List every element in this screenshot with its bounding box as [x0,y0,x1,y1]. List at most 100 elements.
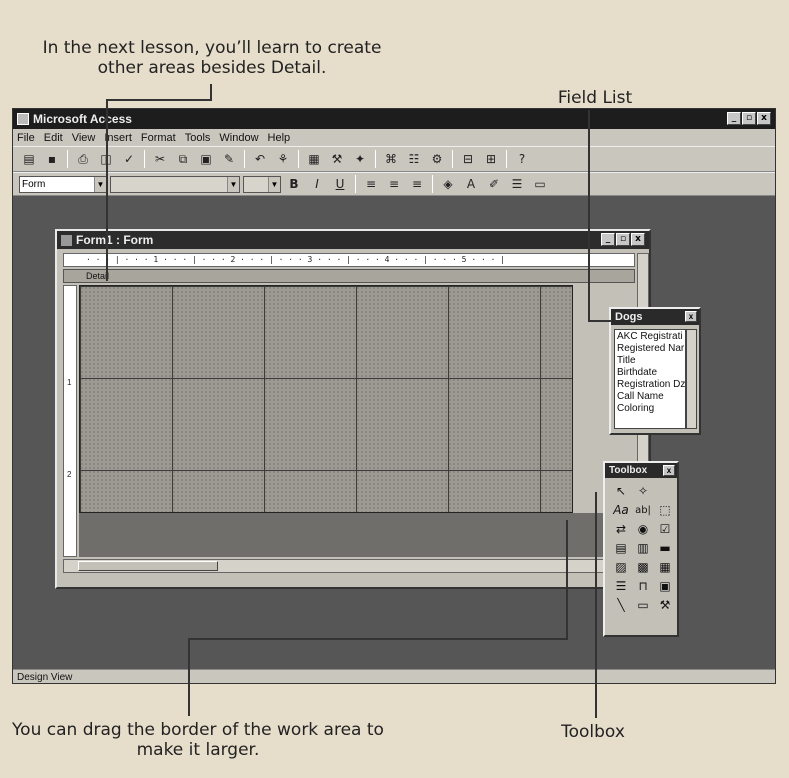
minimize-button[interactable]: _ [727,112,741,125]
bold-icon[interactable]: B [284,175,304,193]
autoformat-icon[interactable]: ✦ [350,150,370,168]
option-group-icon[interactable]: ⬚ [655,502,675,519]
menu-edit[interactable]: Edit [44,132,63,144]
format-painter-icon[interactable]: ✎ [219,150,239,168]
list-item[interactable]: AKC Registrati [617,331,683,343]
underline-icon[interactable]: U [330,175,350,193]
view-icon[interactable]: ▤ [19,150,39,168]
callout-drag-border: You can drag the border of the work area… [12,720,384,760]
combobox-icon[interactable]: ▤ [611,540,631,557]
close-button[interactable]: x [757,112,771,125]
line-icon[interactable]: ╲ [611,597,631,614]
leader-line-next-lesson [106,99,212,101]
textbox-tool-icon[interactable]: ab| [633,502,653,519]
copy-icon[interactable]: ⧉ [173,150,193,168]
tab-control-icon[interactable]: ⊓ [633,578,653,595]
font-combo[interactable]: ▼ [110,175,240,193]
list-item[interactable]: Coloring [617,403,683,415]
close-icon[interactable]: x [663,465,675,476]
vertical-ruler[interactable]: 1 2 [63,285,77,557]
option-button-icon[interactable]: ◉ [633,521,653,538]
font-color-icon[interactable]: A [461,175,481,193]
close-icon[interactable]: x [685,311,697,322]
bound-object-icon[interactable]: ▦ [655,559,675,576]
leader-line-drag-border [188,640,190,716]
field-list-titlebar[interactable]: Dogs x [611,309,699,325]
align-right-icon[interactable]: ≡ [407,175,427,193]
toolbox-icon[interactable]: ⚒ [327,150,347,168]
undo-icon[interactable]: ↶ [250,150,270,168]
toolbox-titlebar[interactable]: Toolbox x [605,463,677,478]
menu-view[interactable]: View [72,132,96,144]
horizontal-scrollbar[interactable] [63,559,635,573]
menu-window[interactable]: Window [219,132,258,144]
menu-insert[interactable]: Insert [104,132,132,144]
chevron-down-icon: ▼ [94,176,106,192]
detail-section-bar[interactable]: Detail [63,269,635,283]
align-center-icon[interactable]: ≡ [384,175,404,193]
detail-work-area[interactable] [79,285,573,513]
italic-icon[interactable]: I [307,175,327,193]
special-effect-icon[interactable]: ▭ [530,175,550,193]
menu-help[interactable]: Help [268,132,291,144]
wizard-icon[interactable]: ✧ [633,483,653,500]
spelling-icon[interactable]: ✓ [119,150,139,168]
list-item[interactable]: Registration Dz [617,379,685,391]
field-list-scrollbar[interactable] [686,329,697,429]
list-item[interactable]: Call Name [617,391,683,403]
cut-icon[interactable]: ✂ [150,150,170,168]
object-combo[interactable]: Form ▼ [19,175,107,193]
field-list-title: Dogs [615,311,643,323]
toolbar-separator [452,150,453,168]
subform-icon[interactable]: ▣ [655,578,675,595]
fill-color-icon[interactable]: ◈ [438,175,458,193]
access-app-icon [17,113,29,125]
page-break-icon[interactable]: ☰ [611,578,631,595]
line-width-icon[interactable]: ☰ [507,175,527,193]
form-maximize-button[interactable]: ▫ [616,233,630,246]
more-controls-icon[interactable]: ⚒ [655,597,675,614]
scroll-thumb[interactable] [78,561,218,571]
insert-hyperlink-icon[interactable]: ⚘ [273,150,293,168]
paste-icon[interactable]: ▣ [196,150,216,168]
list-item[interactable]: Registered Nar [617,343,684,355]
form-icon [61,234,72,246]
font-size-combo[interactable]: ▼ [243,175,281,193]
code-icon[interactable]: ⌘ [381,150,401,168]
command-button-icon[interactable]: ▬ [655,540,675,557]
pointer-icon[interactable]: ↖ [611,483,631,500]
align-left-icon[interactable]: ≡ [361,175,381,193]
print-icon[interactable]: ⎙ [73,150,93,168]
form-close-button[interactable]: x [631,233,645,246]
unbound-object-icon[interactable]: ▩ [633,559,653,576]
restore-button[interactable]: ▫ [742,112,756,125]
label-tool-icon[interactable]: Aa [611,502,631,519]
chevron-down-icon: ▼ [268,176,280,192]
new-object-icon[interactable]: ⊞ [481,150,501,168]
menu-tools[interactable]: Tools [185,132,211,144]
list-item[interactable]: Birthdate [617,367,683,379]
toggle-button-icon[interactable]: ⇄ [611,521,631,538]
save-icon[interactable]: ▪ [42,150,62,168]
toolbar-separator [298,150,299,168]
form-design-toolbar: ▤ ▪ ⎙ ◫ ✓ ✂ ⧉ ▣ ✎ ↶ ⚘ ▦ ⚒ ✦ ⌘ ☷ ⚙ ⊟ ⊞ ? [13,146,775,172]
database-window-icon[interactable]: ⊟ [458,150,478,168]
field-list-icon[interactable]: ▦ [304,150,324,168]
menu-file[interactable]: File [17,132,35,144]
toolbar-separator [506,150,507,168]
menu-format[interactable]: Format [141,132,176,144]
image-icon[interactable]: ▨ [611,559,631,576]
leader-line-field-list [588,320,612,322]
line-color-icon[interactable]: ✐ [484,175,504,193]
toolbar-separator [67,150,68,168]
rectangle-icon[interactable]: ▭ [633,597,653,614]
build-icon[interactable]: ⚙ [427,150,447,168]
listbox-icon[interactable]: ▥ [633,540,653,557]
form-minimize-button[interactable]: _ [601,233,615,246]
checkbox-icon[interactable]: ☑ [655,521,675,538]
horizontal-ruler[interactable]: · · · | · · · 1 · · · | · · · 2 · · · | … [63,253,635,267]
help-icon[interactable]: ? [512,150,532,168]
callout-next-lesson: In the next lesson, you’ll learn to crea… [42,38,382,78]
properties-icon[interactable]: ☷ [404,150,424,168]
list-item[interactable]: Title [617,355,683,367]
